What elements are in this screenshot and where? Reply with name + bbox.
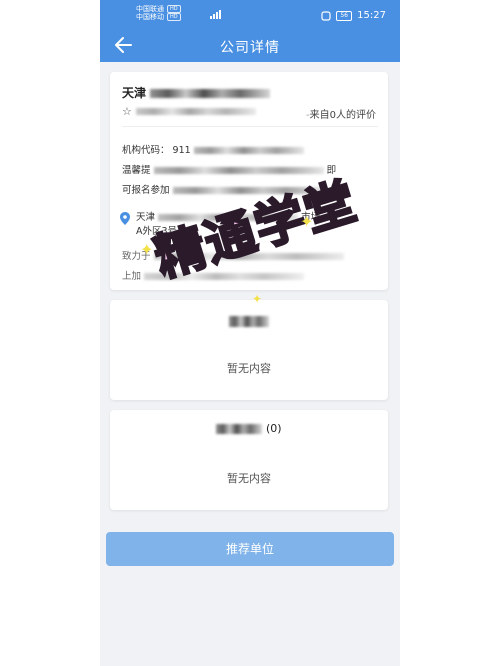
- hd-badge: HD: [167, 5, 181, 13]
- page-title: 公司详情: [220, 40, 280, 56]
- divider: [122, 126, 378, 127]
- carrier-2: 中国移动: [136, 13, 164, 21]
- rating-stars: ☆: [122, 105, 256, 118]
- section-2-title: [110, 314, 388, 327]
- section-2-empty: 暂无内容: [227, 362, 271, 375]
- location-icon: [120, 212, 130, 225]
- redacted-text: [216, 424, 263, 434]
- status-right: 56 15:27: [321, 10, 386, 21]
- rating-text[interactable]: -来自0人的评价: [306, 106, 376, 121]
- hd-badge: HD: [167, 13, 181, 21]
- section-3-title: (0): [110, 422, 388, 435]
- nfc-icon: [321, 10, 331, 21]
- sparkle-icon: ✦: [140, 240, 154, 259]
- company-name: 天津: [122, 84, 271, 101]
- carrier-info: 中国联通 HD 中国移动 HD: [136, 5, 181, 21]
- section-card-2: 暂无内容: [110, 300, 388, 400]
- redacted-text: [229, 315, 269, 327]
- top-bar: 中国联通 HD 中国移动 HD 56 15:27 公司详情: [100, 0, 400, 62]
- section-3-empty: 暂无内容: [227, 472, 271, 485]
- redacted-text: [150, 89, 271, 98]
- redacted-text: [153, 167, 324, 174]
- signal-icon: [210, 10, 221, 19]
- carrier-1: 中国联通: [136, 5, 164, 13]
- redacted-text: [193, 147, 304, 154]
- org-code-row: 机构代码： 911: [122, 142, 304, 156]
- star-icon: ☆: [122, 105, 132, 118]
- redacted-text: [135, 108, 256, 115]
- sparkle-icon: ✦: [300, 212, 314, 231]
- clock: 15:27: [357, 10, 386, 21]
- sparkle-icon: ✦: [252, 292, 263, 306]
- section-card-3: (0) 暂无内容: [110, 410, 388, 510]
- phone-screen: 中国联通 HD 中国移动 HD 56 15:27 公司详情 天津 ☆ -来自0人的评…: [100, 0, 400, 666]
- recommend-unit-button[interactable]: 推荐单位: [106, 532, 394, 566]
- battery-icon: 56: [336, 10, 353, 21]
